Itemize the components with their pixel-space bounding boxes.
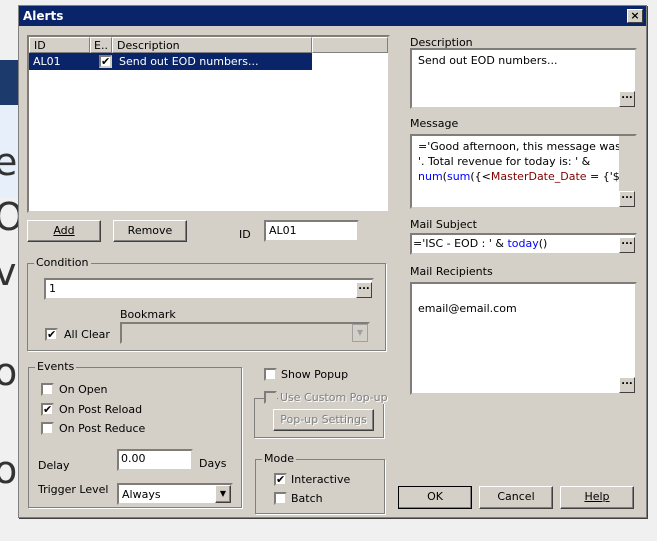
mail-recipients-ellipsis-button[interactable]: ... xyxy=(619,377,635,393)
description-input[interactable]: Send out EOD numbers... ... xyxy=(410,48,637,109)
use-custom-popup-label: Use Custom Pop-up xyxy=(278,391,390,404)
on-post-reduce-checkbox[interactable] xyxy=(41,422,54,435)
ok-button[interactable]: OK xyxy=(398,486,472,509)
chevron-down-icon[interactable]: ▼ xyxy=(352,324,368,342)
id-label: ID xyxy=(239,228,251,241)
background-text: o xyxy=(0,448,18,492)
mail-recipients-label: Mail Recipients xyxy=(410,265,493,278)
mail-subject-label: Mail Subject xyxy=(410,218,477,231)
use-custom-popup-checkbox[interactable] xyxy=(264,391,277,404)
alerts-list[interactable]: ID E.. Description AL01 ✔ Send out EOD n… xyxy=(27,35,390,213)
message-ellipsis-button[interactable]: ... xyxy=(619,191,635,207)
days-label: Days xyxy=(199,457,227,470)
on-post-reload-checkbox[interactable]: ✔ xyxy=(41,403,54,416)
mail-recipients-value: email@email.com xyxy=(418,302,517,315)
message-line-3: num(sum({<MasterDate_Date = {'$(V xyxy=(418,170,632,183)
message-line-2: '. Total revenue for today is: ' & xyxy=(418,155,591,168)
add-label: Add xyxy=(53,224,75,237)
table-row[interactable]: AL01 ✔ Send out EOD numbers... xyxy=(29,53,312,70)
on-post-reload-label: On Post Reload xyxy=(59,403,143,416)
mail-recipients-input[interactable]: email@email.com ... xyxy=(410,282,637,395)
description-value: Send out EOD numbers... xyxy=(418,54,558,67)
interactive-label: Interactive xyxy=(291,473,351,486)
all-clear-label: All Clear xyxy=(64,328,110,341)
delay-label: Delay xyxy=(38,459,70,472)
remove-label: Remove xyxy=(127,224,173,237)
row-description: Send out EOD numbers... xyxy=(119,55,259,68)
mode-group: Mode ✔ Interactive Batch xyxy=(255,452,385,514)
row-enabled-checkbox[interactable]: ✔ xyxy=(99,55,112,68)
close-button[interactable]: × xyxy=(627,9,643,23)
on-post-reduce-label: On Post Reduce xyxy=(59,422,146,435)
batch-label: Batch xyxy=(291,492,323,505)
message-label: Message xyxy=(410,117,459,130)
events-label: Events xyxy=(35,360,77,373)
help-button[interactable]: Help xyxy=(560,486,634,509)
background-text: o xyxy=(0,350,18,394)
column-header-description[interactable]: Description xyxy=(112,37,312,53)
description-ellipsis-button[interactable]: ... xyxy=(619,91,635,107)
message-input[interactable]: ='Good afternoon, this message was '. To… xyxy=(410,134,637,209)
mail-subject-ellipsis-button[interactable]: ... xyxy=(619,237,635,253)
popup-settings-button[interactable]: Pop-up Settings xyxy=(273,409,374,431)
background-text: e xyxy=(0,140,18,184)
chevron-down-icon[interactable]: ▼ xyxy=(215,485,231,503)
column-header-enabled[interactable]: E.. xyxy=(90,37,112,53)
remove-button[interactable]: Remove xyxy=(113,220,187,242)
background-banner xyxy=(0,60,18,105)
condition-input[interactable]: 1 ... xyxy=(44,278,374,300)
add-button[interactable]: Add xyxy=(27,220,101,242)
help-label: Help xyxy=(584,490,610,503)
bookmark-select[interactable]: ▼ xyxy=(120,322,370,344)
show-popup-checkbox[interactable] xyxy=(264,368,277,381)
message-line-1: ='Good afternoon, this message was xyxy=(418,140,621,153)
show-popup-label: Show Popup xyxy=(281,368,349,381)
mail-subject-input[interactable]: ='ISC - EOD : ' & today() ... xyxy=(410,233,637,255)
on-open-checkbox[interactable] xyxy=(41,383,54,396)
batch-checkbox[interactable] xyxy=(274,492,287,505)
interactive-checkbox[interactable]: ✔ xyxy=(274,473,287,486)
dialog-title: Alerts xyxy=(19,6,646,26)
id-input[interactable]: AL01 xyxy=(264,220,359,242)
delay-input[interactable]: 0.00 xyxy=(117,449,193,471)
alerts-dialog: Alerts × ID E.. Description AL01 ✔ Send … xyxy=(18,5,647,518)
on-open-label: On Open xyxy=(59,383,108,396)
condition-ellipsis-button[interactable]: ... xyxy=(356,282,372,298)
all-clear-checkbox[interactable]: ✔ xyxy=(45,328,58,341)
row-id: AL01 xyxy=(33,55,61,68)
condition-label: Condition xyxy=(34,256,91,269)
bookmark-label: Bookmark xyxy=(120,308,176,321)
trigger-level-label: Trigger Level xyxy=(38,483,109,496)
trigger-level-select[interactable]: Always ▼ xyxy=(117,483,233,505)
cancel-button[interactable]: Cancel xyxy=(479,486,553,509)
condition-group: Condition 1 ... Bookmark ✔ All Clear ▼ xyxy=(27,256,386,351)
events-group: Events On Open ✔ On Post Reload On Post … xyxy=(28,360,242,508)
condition-value: 1 xyxy=(49,282,56,295)
background-text: v xyxy=(0,250,17,294)
column-header-filler xyxy=(312,37,388,53)
column-header-id[interactable]: ID xyxy=(29,37,90,53)
trigger-level-value: Always xyxy=(122,488,161,501)
mode-label: Mode xyxy=(262,452,296,465)
